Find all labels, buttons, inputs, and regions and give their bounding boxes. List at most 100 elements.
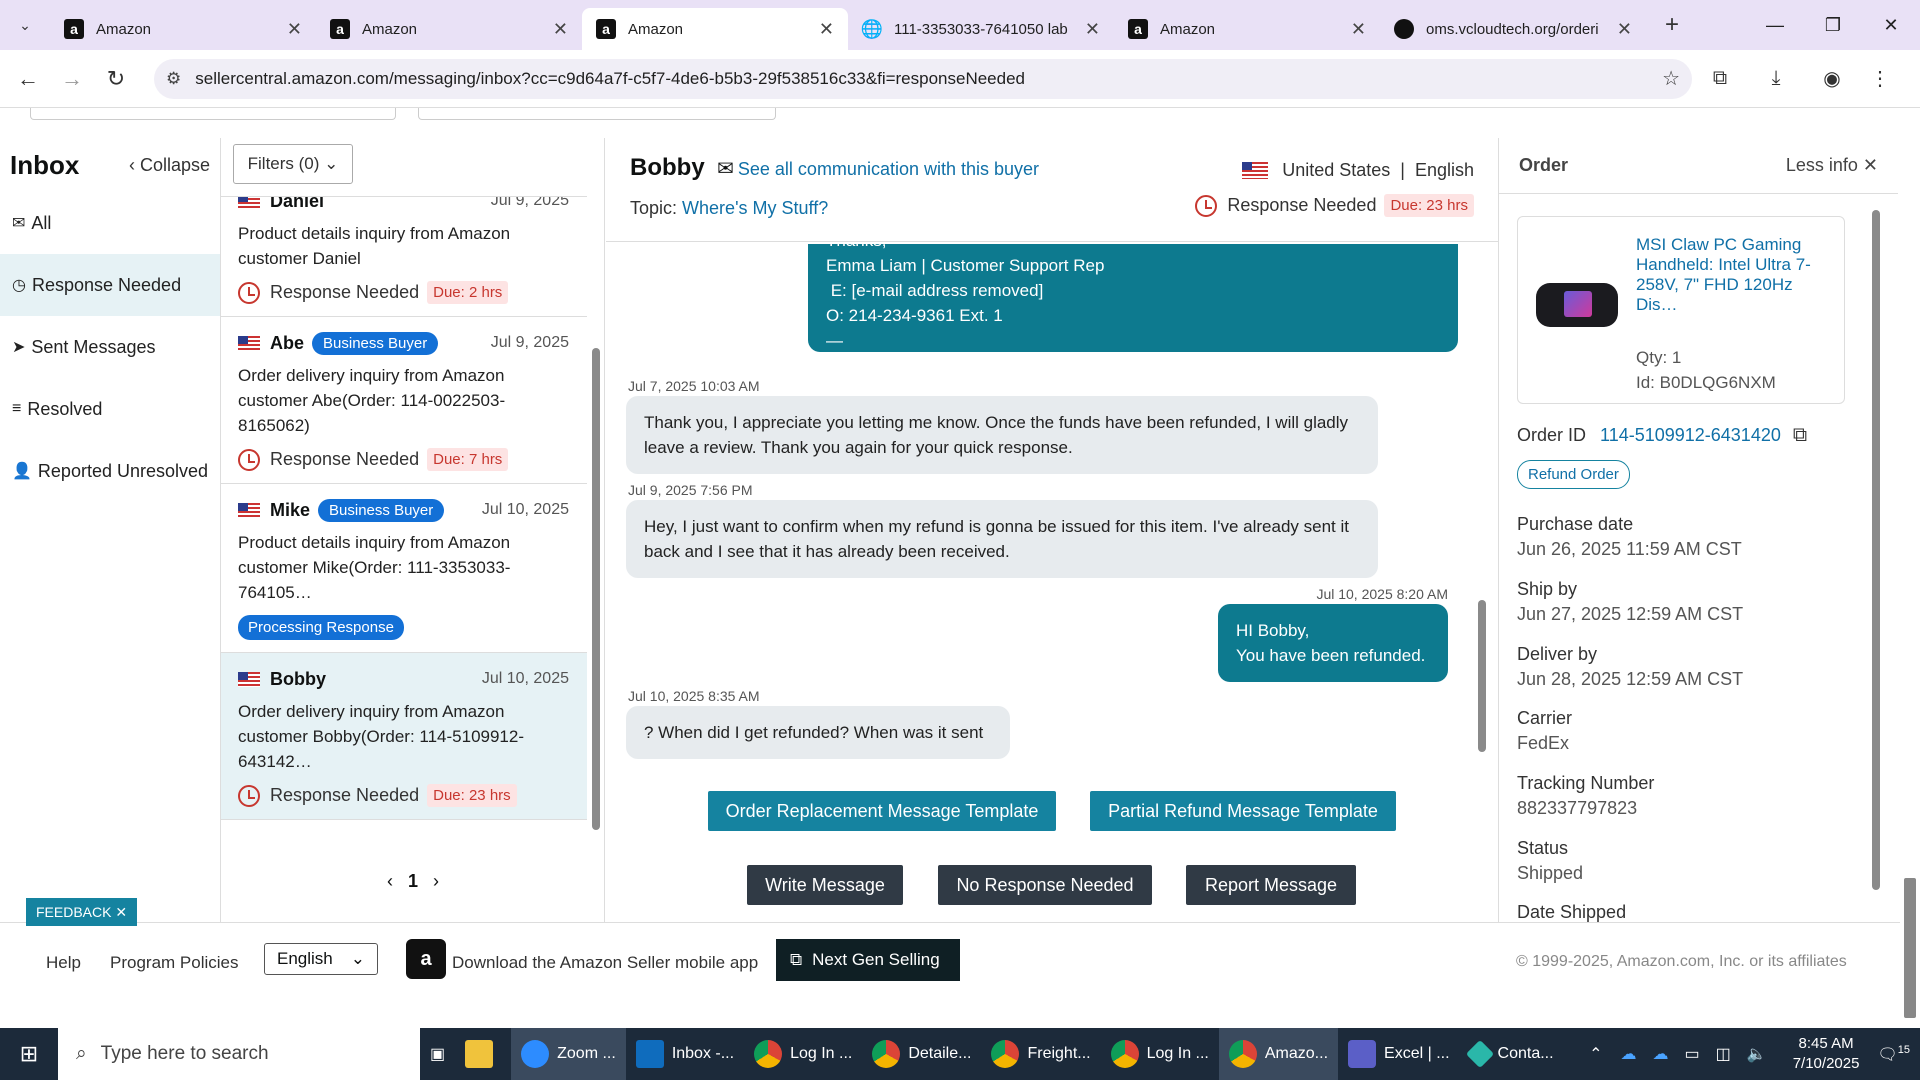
product-title-link[interactable]: MSI Claw PC Gaming Handheld: Intel Ultra…: [1636, 235, 1832, 315]
pagination: ‹ 1 ›: [221, 871, 605, 892]
taskbar-app-teams[interactable]: Excel | ...: [1338, 1028, 1460, 1080]
nav-item-response-needed[interactable]: ◷ Response Needed: [0, 254, 220, 316]
onedrive-icon[interactable]: ☁: [1653, 1044, 1669, 1064]
taskbar-app-chrome-4[interactable]: Log In ...: [1101, 1028, 1219, 1080]
tab-amazon-1[interactable]: a Amazon ✕: [50, 8, 316, 50]
volume-icon[interactable]: 🔈: [1747, 1044, 1767, 1064]
taskbar-app-chrome-3[interactable]: Freight...: [981, 1028, 1100, 1080]
profile-icon[interactable]: ◉: [1804, 66, 1860, 91]
taskbar-app-outlook[interactable]: Inbox -...: [626, 1028, 744, 1080]
taskbar-clock[interactable]: 8:45 AM 7/10/2025: [1793, 1034, 1860, 1074]
taskbar-search[interactable]: ⌕ Type here to search: [58, 1028, 420, 1080]
windows-start-icon[interactable]: ⊞: [0, 1028, 58, 1080]
write-message-button[interactable]: Write Message: [747, 865, 903, 905]
back-icon[interactable]: ←: [6, 66, 50, 92]
report-message-button[interactable]: Report Message: [1186, 865, 1356, 905]
page-scrollbar[interactable]: [1900, 108, 1920, 1028]
business-buyer-badge: Business Buyer: [318, 498, 445, 522]
conversation-item-daniel[interactable]: Daniel Jul 9, 2025 Product details inquir…: [221, 197, 587, 317]
close-tab-icon[interactable]: ✕: [287, 19, 302, 40]
filters-button[interactable]: Filters (0) ⌄: [233, 144, 353, 184]
forward-icon[interactable]: →: [50, 66, 94, 92]
bookmark-star-icon[interactable]: ☆: [1662, 66, 1680, 91]
taskbar-app-chrome-2[interactable]: Detaile...: [862, 1028, 981, 1080]
customer-name: Abe: [270, 332, 305, 353]
close-tab-icon[interactable]: ✕: [1351, 19, 1366, 40]
copy-icon[interactable]: ⧉: [1793, 424, 1807, 447]
see-all-communication-link[interactable]: See all communication with this buyer: [738, 159, 1039, 179]
conversation-item-abe[interactable]: Abe Business Buyer Jul 9, 2025 Order deliv…: [221, 317, 587, 484]
conversation-item-mike[interactable]: Mike Business Buyer Jul 10, 2025 Product d…: [221, 484, 587, 653]
order-id-link[interactable]: 114-5109912-6431420: [1600, 425, 1781, 446]
next-page-icon[interactable]: ›: [433, 871, 439, 891]
site-icon: [1394, 19, 1414, 39]
search-field-stub: [30, 108, 396, 120]
close-tab-icon[interactable]: ✕: [1617, 19, 1632, 40]
taskbar-app-contacts[interactable]: Conta...: [1460, 1028, 1564, 1080]
conversation-item-bobby[interactable]: Bobby Jul 10, 2025 Order delivery inquiry…: [221, 653, 587, 820]
order-field-date-shipped: Date Shipped: [1517, 902, 1626, 923]
nav-item-all[interactable]: ✉ All: [0, 192, 220, 254]
onedrive-icon[interactable]: ☁: [1621, 1044, 1637, 1064]
no-response-needed-button[interactable]: No Response Needed: [938, 865, 1152, 905]
extensions-icon[interactable]: ⧉: [1692, 67, 1748, 90]
feedback-button[interactable]: FEEDBACK ✕: [26, 898, 138, 926]
current-page[interactable]: 1: [408, 871, 418, 891]
chevron-up-icon[interactable]: ⌃: [1589, 1044, 1602, 1064]
order-title: Order: [1519, 155, 1569, 175]
next-gen-selling-button[interactable]: ⧉ Next Gen Selling: [776, 939, 960, 981]
language-select[interactable]: English ⌄: [264, 943, 378, 975]
tab-amazon-5[interactable]: a Amazon ✕: [1114, 8, 1380, 50]
order-replacement-template-button[interactable]: Order Replacement Message Template: [708, 791, 1056, 831]
close-icon[interactable]: ✕: [115, 904, 127, 921]
reload-icon[interactable]: ↻: [94, 66, 138, 92]
program-policies-link[interactable]: Program Policies: [110, 953, 239, 973]
nav-item-reported-unresolved[interactable]: 👤 Reported Unresolved: [0, 440, 220, 502]
task-view-icon[interactable]: ▣: [420, 1028, 455, 1080]
topic-link[interactable]: Where's My Stuff?: [682, 198, 828, 218]
download-app-link[interactable]: Download the Amazon Seller mobile app: [452, 953, 758, 973]
order-scrollbar[interactable]: [1872, 210, 1880, 890]
taskbar-app-chrome-amazon[interactable]: Amazo...: [1218, 1028, 1339, 1080]
refund-order-button[interactable]: Refund Order: [1517, 460, 1630, 489]
amazon-icon: a: [596, 19, 616, 39]
battery-icon[interactable]: ▭: [1685, 1044, 1700, 1064]
network-icon[interactable]: ◫: [1716, 1044, 1731, 1064]
tab-search-icon[interactable]: ⌄: [0, 0, 50, 50]
order-id-label: Order ID: [1517, 425, 1587, 445]
close-window-icon[interactable]: ✕: [1862, 15, 1920, 36]
inbox-title: Inbox: [10, 149, 80, 180]
file-explorer-icon[interactable]: [455, 1028, 511, 1080]
close-tab-icon[interactable]: ✕: [553, 19, 568, 40]
nav-item-resolved[interactable]: ≡ Resolved: [0, 378, 220, 440]
download-icon[interactable]: ⤓: [1748, 67, 1804, 90]
restore-icon[interactable]: ❐: [1804, 15, 1862, 36]
close-tab-icon[interactable]: ✕: [819, 19, 834, 40]
less-info-button[interactable]: Less info ✕: [1786, 155, 1878, 176]
new-tab-icon[interactable]: +: [1652, 11, 1692, 39]
copyright: © 1999-2025, Amazon.com, Inc. or its aff…: [1516, 953, 1847, 970]
external-link-icon: ⧉: [790, 950, 803, 969]
minimize-icon[interactable]: —: [1746, 15, 1804, 36]
topic-label: Topic:: [630, 198, 678, 218]
page-scroll-thumb[interactable]: [1904, 878, 1916, 1018]
url-input[interactable]: ⚙ sellercentral.amazon.com/messaging/inb…: [154, 58, 1692, 99]
taskbar-app-zoom[interactable]: Zoom ...: [511, 1028, 626, 1080]
tab-amazon-2[interactable]: a Amazon ✕: [316, 8, 582, 50]
thread-scrollbar[interactable]: [1478, 600, 1486, 752]
tab-oms[interactable]: oms.vcloudtech.org/orderi ✕: [1380, 8, 1646, 50]
taskbar-app-chrome-1[interactable]: Log In ...: [744, 1028, 862, 1080]
amazon-seller-app-icon[interactable]: a: [406, 939, 446, 979]
nav-item-sent-messages[interactable]: ➤ Sent Messages: [0, 316, 220, 378]
notification-icon[interactable]: 🗨15: [1877, 1044, 1910, 1064]
tab-amazon-active[interactable]: a Amazon ✕: [582, 8, 848, 50]
site-info-icon[interactable]: ⚙: [166, 69, 181, 89]
partial-refund-template-button[interactable]: Partial Refund Message Template: [1090, 791, 1396, 831]
tab-label[interactable]: 🌐 111-3353033-7641050 lab ✕: [848, 8, 1114, 50]
collapse-button[interactable]: ‹ Collapse: [129, 155, 210, 176]
prev-page-icon[interactable]: ‹: [387, 871, 393, 891]
close-tab-icon[interactable]: ✕: [1085, 19, 1100, 40]
help-link[interactable]: Help: [46, 953, 81, 973]
list-scrollbar[interactable]: [592, 348, 600, 830]
menu-icon[interactable]: ⋮: [1860, 66, 1900, 91]
